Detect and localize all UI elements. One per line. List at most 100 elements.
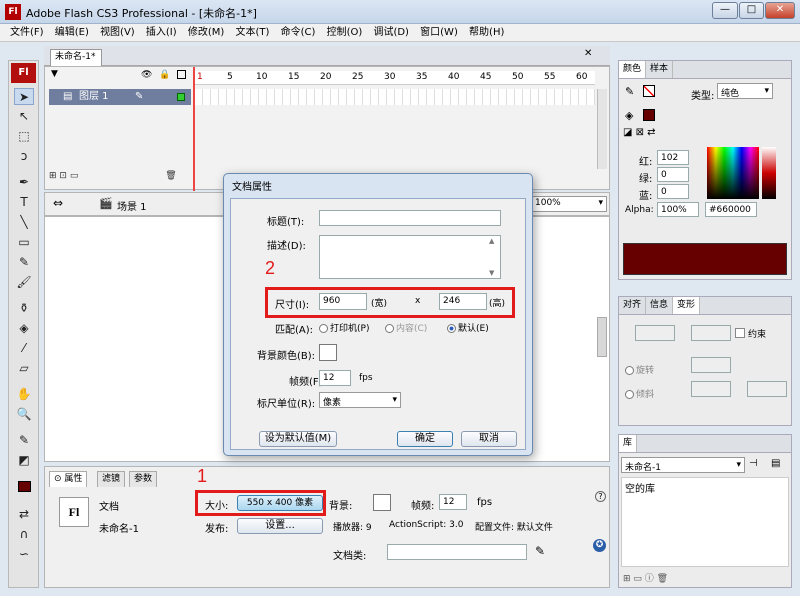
no-stroke-swatch[interactable]	[643, 85, 655, 97]
skew-radio[interactable]	[625, 390, 634, 399]
zoom-tool-icon[interactable]: 🔍	[14, 406, 34, 423]
layer-row[interactable]: ▤ 图层 1 ✎	[49, 89, 191, 105]
type-select[interactable]: 纯色 ▾	[717, 83, 773, 99]
menu-file[interactable]: 文件(F)	[6, 24, 48, 41]
eyedropper-tool-icon[interactable]: ⁄	[14, 340, 34, 357]
tab-info[interactable]: 信息	[646, 297, 674, 314]
library-list[interactable]: 空的库	[621, 477, 789, 567]
snap-magnet-icon[interactable]: ∩	[14, 526, 34, 543]
tab-swatches[interactable]: 样本	[646, 61, 674, 78]
add-layer-icon[interactable]: ⊞	[49, 171, 57, 181]
smooth-icon[interactable]: ∽	[14, 546, 34, 563]
skew-h-input[interactable]	[691, 381, 731, 397]
description-textarea[interactable]	[319, 235, 501, 279]
background-color-picker[interactable]	[373, 494, 391, 511]
tab-color[interactable]: 颜色	[619, 61, 647, 78]
green-input[interactable]: 0	[657, 167, 689, 182]
color-spectrum[interactable]	[707, 147, 759, 199]
timeline-collapse-icon[interactable]: ▼	[51, 69, 58, 79]
swap-colors-icon[interactable]: ◪ ⊠ ⇄	[623, 127, 656, 138]
fill-swatch[interactable]	[18, 481, 31, 492]
close-button[interactable]: ✕	[765, 2, 795, 19]
ink-bottle-tool-icon[interactable]: ⚱	[14, 300, 34, 317]
frame-ruler[interactable]: 1 5 10 15 20 25 30 35 40 45 50 55 60	[195, 71, 595, 85]
height-scale-input[interactable]	[691, 325, 731, 341]
skew-v-input[interactable]	[747, 381, 787, 397]
bg-color-picker[interactable]	[319, 344, 337, 361]
pen-tool-icon[interactable]: ✒	[14, 174, 34, 191]
close-document-icon[interactable]: ✕	[584, 48, 592, 59]
playhead[interactable]	[193, 67, 195, 191]
back-icon[interactable]: ⇔	[53, 196, 63, 210]
menu-view[interactable]: 视图(V)	[96, 24, 139, 41]
document-class-input[interactable]	[387, 544, 527, 560]
add-folder-icon[interactable]: ▭	[70, 171, 79, 181]
match-printer-radio[interactable]	[319, 324, 328, 333]
alpha-input[interactable]: 100%	[657, 202, 699, 217]
publish-settings-button[interactable]: 设置...	[237, 518, 323, 534]
title-field-input[interactable]	[319, 210, 501, 226]
match-content-radio[interactable]	[385, 324, 394, 333]
menu-debug[interactable]: 调试(D)	[369, 24, 413, 41]
scroll-down-icon[interactable]: ▼	[489, 269, 494, 277]
library-footer-icons[interactable]: ⊞ ▭ ⓘ 🗑	[623, 571, 668, 584]
fill-color-icon[interactable]: ◩	[14, 452, 34, 469]
subselection-tool-icon[interactable]: ↖	[14, 108, 34, 125]
brush-tool-icon[interactable]: 🖌	[14, 274, 34, 291]
set-default-button[interactable]: 设为默认值(M)	[259, 431, 337, 447]
menu-window[interactable]: 窗口(W)	[416, 24, 462, 41]
new-library-icon[interactable]: ▤	[771, 458, 780, 469]
rotate-input[interactable]	[691, 357, 731, 373]
tab-properties[interactable]: ⊙ 属性	[49, 471, 88, 487]
timeline-scrollbar[interactable]	[597, 89, 607, 169]
menu-control[interactable]: 控制(O)	[323, 24, 367, 41]
width-scale-input[interactable]	[635, 325, 675, 341]
selection-tool-icon[interactable]: ➤	[14, 88, 34, 105]
maximize-button[interactable]: □	[739, 2, 764, 19]
hex-input[interactable]: #660000	[705, 202, 757, 217]
tab-transform[interactable]: 变形	[673, 297, 701, 314]
match-content[interactable]: 内容(C)	[385, 321, 427, 334]
match-default-radio[interactable]	[447, 324, 456, 333]
red-input[interactable]: 102	[657, 150, 689, 165]
menu-help[interactable]: 帮助(H)	[465, 24, 508, 41]
pin-library-icon[interactable]: ⊣	[749, 458, 758, 469]
fill-color-swatch[interactable]	[643, 109, 655, 121]
blue-input[interactable]: 0	[657, 184, 689, 199]
minimize-button[interactable]: —	[712, 2, 738, 19]
tab-library[interactable]: 库	[619, 435, 638, 452]
menu-modify[interactable]: 修改(M)	[184, 24, 228, 41]
add-guide-icon[interactable]: ⊡	[59, 171, 67, 181]
menu-commands[interactable]: 命令(C)	[277, 24, 320, 41]
menu-text[interactable]: 文本(T)	[231, 24, 273, 41]
eye-icon[interactable]: 👁	[141, 70, 152, 80]
match-default[interactable]: 默认(E)	[447, 321, 489, 334]
stroke-color-icon[interactable]: ✎	[14, 432, 34, 449]
tab-filters[interactable]: 滤镜	[97, 471, 126, 487]
constrain-checkbox[interactable]	[735, 328, 745, 338]
delete-layer-icon[interactable]: 🗑	[165, 171, 176, 181]
scroll-up-icon[interactable]: ▲	[489, 237, 494, 245]
help-icon[interactable]: ?	[595, 491, 606, 502]
hand-tool-icon[interactable]: ✋	[14, 386, 34, 403]
outline-icon[interactable]	[177, 70, 186, 79]
stroke-pencil-icon[interactable]: ✎	[625, 85, 634, 98]
edit-pencil-icon[interactable]: ✎	[535, 544, 545, 558]
width-input[interactable]: 960	[319, 293, 367, 310]
eraser-tool-icon[interactable]: ▱	[14, 360, 34, 377]
brightness-slider[interactable]	[762, 147, 776, 199]
library-document-select[interactable]: 未命名-1 ▾	[621, 457, 745, 473]
menu-insert[interactable]: 插入(I)	[142, 24, 181, 41]
ok-button[interactable]: 确定	[397, 431, 453, 447]
text-tool-icon[interactable]: T	[14, 194, 34, 211]
pencil-tool-icon[interactable]: ✎	[14, 254, 34, 271]
line-tool-icon[interactable]: ╲	[14, 214, 34, 231]
paint-bucket-tool-icon[interactable]: ◈	[14, 320, 34, 337]
swap-colors-icon[interactable]: ⇄	[14, 506, 34, 523]
frame-track[interactable]	[195, 89, 595, 105]
lock-icon[interactable]: 🔒	[159, 70, 170, 80]
lasso-tool-icon[interactable]: ↄ	[14, 148, 34, 165]
accessibility-icon[interactable]: ✪	[593, 539, 606, 552]
stage-scrollbar[interactable]	[597, 317, 607, 357]
menu-edit[interactable]: 编辑(E)	[51, 24, 93, 41]
